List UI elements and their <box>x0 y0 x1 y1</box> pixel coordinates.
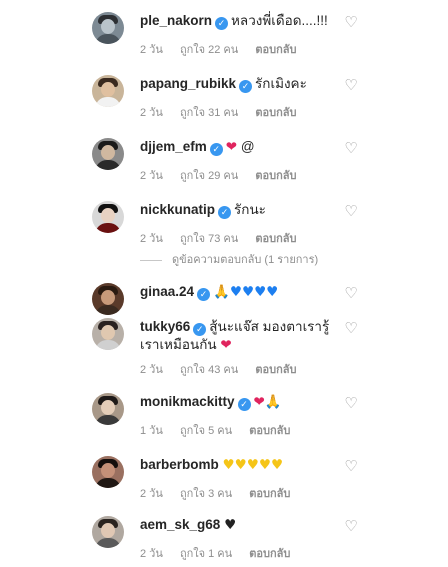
like-count[interactable]: ถูกใจ 1 คน <box>180 548 232 560</box>
comment-line: aem_sk_g68 ♥ <box>140 516 236 534</box>
heart-outline-icon[interactable]: ♡ <box>344 15 358 30</box>
red-heart-icon: ❤ <box>225 139 238 155</box>
like-count[interactable]: ถูกใจ 3 คน <box>180 488 232 500</box>
like-count[interactable]: ถูกใจ 43 คน <box>180 364 238 376</box>
red-heart-icon: ❤ <box>253 394 265 410</box>
like-count[interactable]: ถูกใจ 22 คน <box>180 44 238 56</box>
avatar[interactable] <box>92 201 124 233</box>
reply-button[interactable]: ตอบกลับ <box>249 488 290 500</box>
yellow-heart-icon: ♥ <box>270 457 284 473</box>
heart-outline-icon[interactable]: ♡ <box>344 204 358 219</box>
blue-heart-icon: ♥ <box>229 284 242 300</box>
reply-button[interactable]: ตอบกลับ <box>255 107 296 119</box>
heart-outline-icon[interactable]: ♡ <box>344 141 358 156</box>
comment-meta: 2 วัน ถูกใจ 29 คน ตอบกลับ <box>140 166 311 184</box>
avatar[interactable] <box>92 138 124 170</box>
username[interactable]: papang_rubikk <box>140 76 236 91</box>
reply-button[interactable]: ตอบกลับ <box>255 170 296 182</box>
verified-badge-icon: ✓ <box>215 17 229 30</box>
heart-outline-icon[interactable]: ♡ <box>344 396 358 411</box>
heart-outline-icon[interactable]: ♡ <box>344 459 358 474</box>
verified-badge-icon: ✓ <box>237 398 251 411</box>
black-heart-icon: ♥ <box>224 517 237 533</box>
verified-badge-icon: ✓ <box>239 80 253 93</box>
comment-meta: 2 วัน ถูกใจ 22 คน ตอบกลับ <box>140 40 311 58</box>
username[interactable]: nickkunatip <box>140 202 215 217</box>
comment-line: ple_nakorn ✓ หลวงพี่เดือด....!!! <box>140 12 328 30</box>
comment-line: papang_rubikk ✓ รักเมิงคะ <box>140 75 307 93</box>
comment-meta: 2 วัน ถูกใจ 43 คน ตอบกลับ <box>140 360 311 378</box>
comment-line: ginaa.24 ✓ 🙏♥♥♥♥ <box>140 283 278 301</box>
reply-button[interactable]: ตอบกลับ <box>249 425 290 437</box>
blue-heart-icon: ♥ <box>254 284 267 300</box>
username[interactable]: monikmackitty <box>140 394 235 409</box>
heart-outline-icon[interactable]: ♡ <box>344 78 358 93</box>
comment-age: 2 วัน <box>140 44 163 56</box>
avatar[interactable] <box>92 318 124 350</box>
heart-outline-icon[interactable]: ♡ <box>344 286 358 301</box>
username[interactable]: aem_sk_g68 <box>140 517 220 532</box>
comment-text: รักเมิงคะ <box>255 76 307 91</box>
reply-button[interactable]: ตอบกลับ <box>255 233 296 245</box>
blue-heart-icon: ♥ <box>241 284 255 300</box>
heart-outline-icon[interactable]: ♡ <box>344 321 358 336</box>
red-heart-icon: ❤ <box>220 337 232 353</box>
comment-age: 2 วัน <box>140 364 163 376</box>
comment-age: 2 วัน <box>140 548 163 560</box>
verified-badge-icon: ✓ <box>197 288 211 301</box>
comment-meta: 2 วัน ถูกใจ 3 คน ตอบกลับ <box>140 484 304 502</box>
username[interactable]: barberbomb <box>140 457 219 472</box>
comment-meta: 2 วัน ถูกใจ 31 คน ตอบกลับ <box>140 103 311 121</box>
view-replies-link[interactable]: ดูข้อความตอบกลับ (1 รายการ) <box>140 250 318 268</box>
comment-meta: 1 วัน ถูกใจ 5 คน ตอบกลับ <box>140 421 304 439</box>
comment-age: 2 วัน <box>140 170 163 182</box>
username[interactable]: djjem_efm <box>140 139 207 154</box>
username[interactable]: tukky66 <box>140 319 190 334</box>
heart-outline-icon[interactable]: ♡ <box>344 519 358 534</box>
yellow-heart-icon: ♥ <box>234 457 247 473</box>
comment-line: tukky66 ✓ สู้นะแจ๊ส มองตาเรารู้ เราเหมือนก… <box>140 318 330 354</box>
comment-line: djjem_efm ✓ ❤ @ <box>140 138 255 156</box>
view-replies-label[interactable]: ดูข้อความตอบกลับ (1 รายการ) <box>172 254 318 266</box>
avatar[interactable] <box>92 75 124 107</box>
avatar[interactable] <box>92 283 124 315</box>
comment-line: barberbomb ♥♥♥♥♥ <box>140 456 283 474</box>
username[interactable]: ple_nakorn <box>140 13 212 28</box>
yellow-heart-icon: ♥ <box>222 457 235 473</box>
verified-badge-icon: ✓ <box>193 323 207 336</box>
folded-hands-icon: 🙏 <box>213 284 230 300</box>
comment-age: 1 วัน <box>140 425 163 437</box>
yellow-heart-icon: ♥ <box>258 457 271 473</box>
avatar[interactable] <box>92 456 124 488</box>
comment-age: 2 วัน <box>140 488 163 500</box>
reply-button[interactable]: ตอบกลับ <box>255 44 296 56</box>
comment-age: 2 วัน <box>140 107 163 119</box>
reply-button[interactable]: ตอบกลับ <box>255 364 296 376</box>
avatar[interactable] <box>92 12 124 44</box>
comment-line: nickkunatip ✓ รักนะ <box>140 201 266 219</box>
reply-button[interactable]: ตอบกลับ <box>249 548 290 560</box>
yellow-heart-icon: ♥ <box>246 457 259 473</box>
username[interactable]: ginaa.24 <box>140 284 194 299</box>
folded-hands-icon: 🙏 <box>264 394 282 410</box>
avatar[interactable] <box>92 516 124 548</box>
like-count[interactable]: ถูกใจ 29 คน <box>180 170 238 182</box>
verified-badge-icon: ✓ <box>218 206 232 219</box>
like-count[interactable]: ถูกใจ 31 คน <box>180 107 238 119</box>
divider <box>140 259 162 261</box>
comment-line: monikmackitty ✓ ❤🙏 <box>140 393 282 411</box>
comment-text: @ <box>240 139 255 154</box>
comment-text: หลวงพี่เดือด....!!! <box>231 13 328 28</box>
like-count[interactable]: ถูกใจ 73 คน <box>180 233 238 245</box>
comment-meta: 2 วัน ถูกใจ 73 คน ตอบกลับ <box>140 229 311 247</box>
comment-meta: 2 วัน ถูกใจ 1 คน ตอบกลับ <box>140 544 304 562</box>
comment-text: รักนะ <box>234 202 266 217</box>
comment-age: 2 วัน <box>140 233 163 245</box>
blue-heart-icon: ♥ <box>266 284 279 300</box>
verified-badge-icon: ✓ <box>209 143 223 156</box>
like-count[interactable]: ถูกใจ 5 คน <box>180 425 232 437</box>
avatar[interactable] <box>92 393 124 425</box>
